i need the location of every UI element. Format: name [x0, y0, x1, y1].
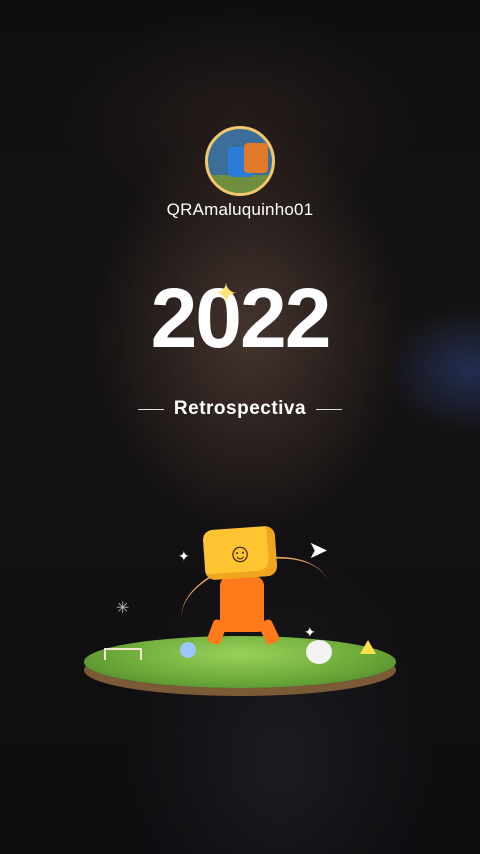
avatar-ground — [208, 175, 272, 193]
truck-icon — [244, 143, 268, 173]
mascot-scene: ☺ ➤ ✦ ✦ ✳ — [80, 520, 400, 700]
star-icon: ✦ — [178, 548, 190, 564]
recap-subtitle: Retrospectiva — [173, 398, 307, 419]
mascot-head: ☺ — [202, 525, 278, 581]
chick-icon — [306, 640, 332, 664]
avatar[interactable] — [205, 126, 275, 196]
flower-icon — [180, 642, 196, 658]
sparkle-icon: ✦ — [214, 278, 238, 309]
fence-icon — [104, 648, 142, 660]
recap-subtitle-row: Retrospectiva — [0, 396, 480, 422]
burst-icon: ✳ — [116, 600, 130, 617]
smiley-face-icon: ☺ — [225, 537, 255, 569]
paper-plane-icon: ➤ — [308, 537, 329, 564]
star-icon: ✦ — [304, 624, 316, 640]
recap-year-title: 2022 — [150, 271, 332, 365]
flag-icon — [360, 640, 376, 654]
divider-line-left — [137, 408, 164, 410]
mascot-body — [220, 576, 264, 632]
username-label: QRAmaluquinho01 — [166, 200, 314, 219]
divider-line-right — [316, 408, 343, 410]
